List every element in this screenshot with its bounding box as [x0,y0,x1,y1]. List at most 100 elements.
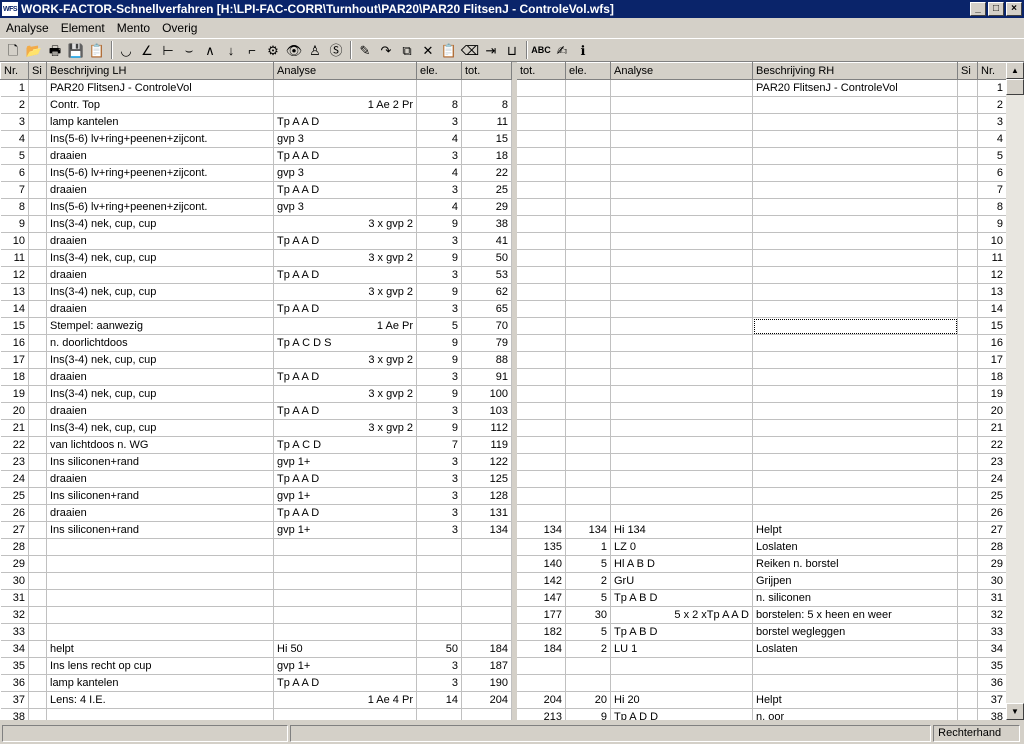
cell-si-left[interactable] [28,623,47,641]
cell-analyse-right[interactable] [610,470,753,488]
cell-si-left[interactable] [28,436,47,454]
cell-desc-right[interactable]: Grijpen [752,572,958,590]
cell-si-left[interactable] [28,453,47,471]
cell-ele-right[interactable]: 2 [565,572,611,590]
table-row[interactable]: 12 draaien Tp A A D 3 53 12 [0,266,1006,284]
cell-tot-left[interactable]: 88 [461,351,512,369]
cell-si-left[interactable] [28,79,47,97]
cell-tot-right[interactable] [516,181,566,199]
cell-desc-left[interactable]: helpt [46,640,274,658]
cell-si-right[interactable] [957,249,978,267]
cell-ele-right[interactable] [565,351,611,369]
col-analyse-left[interactable]: Analyse [273,62,417,80]
cell-ele-right[interactable] [565,657,611,675]
cell-nr-left[interactable]: 22 [0,436,29,454]
cell-analyse-left[interactable]: 1 Ae Pr [273,317,417,335]
cell-tot-left[interactable]: 70 [461,317,512,335]
cell-ele-right[interactable] [565,198,611,216]
cell-si-right[interactable] [957,283,978,301]
col-tot-right[interactable]: tot. [516,62,566,80]
scroll-down-button[interactable]: ▼ [1006,703,1024,720]
cell-desc-left[interactable]: Ins(5-6) lv+ring+peenen+zijcont. [46,130,274,148]
cell-analyse-left[interactable]: Tp A A D [273,300,417,318]
cell-tot-left[interactable]: 79 [461,334,512,352]
cell-ele-left[interactable]: 7 [416,436,462,454]
cell-analyse-right[interactable] [610,487,753,505]
redo-button[interactable]: ↷ [376,40,396,60]
cell-nr-right[interactable]: 29 [977,555,1006,573]
cell-analyse-right[interactable] [610,351,753,369]
cell-nr-left[interactable]: 33 [0,623,29,641]
cell-si-right[interactable] [957,215,978,233]
cell-tot-left[interactable] [461,79,512,97]
cell-tot-right[interactable] [516,164,566,182]
cell-si-right[interactable] [957,113,978,131]
close-button[interactable]: × [1006,2,1022,16]
cell-desc-right[interactable]: n. oor [752,708,958,720]
cell-si-right[interactable] [957,708,978,720]
cell-analyse-right[interactable] [610,385,753,403]
cell-tot-left[interactable]: 131 [461,504,512,522]
cell-ele-left[interactable]: 3 [416,453,462,471]
table-row[interactable]: 14 draaien Tp A A D 3 65 14 [0,300,1006,318]
cell-desc-left[interactable]: Ins(5-6) lv+ring+peenen+zijcont. [46,198,274,216]
cell-ele-right[interactable] [565,147,611,165]
cell-ele-right[interactable] [565,470,611,488]
cell-si-right[interactable] [957,521,978,539]
cell-analyse-left[interactable] [273,623,417,641]
cell-tot-left[interactable]: 187 [461,657,512,675]
cell-si-left[interactable] [28,385,47,403]
table-row[interactable]: 28 135 1 LZ 0 Loslaten 28 [0,538,1006,556]
cell-nr-right[interactable]: 4 [977,130,1006,148]
cell-desc-left[interactable]: Ins(3-4) nek, cup, cup [46,249,274,267]
col-analyse-right[interactable]: Analyse [610,62,753,80]
cell-nr-left[interactable]: 8 [0,198,29,216]
cell-tot-left[interactable]: 62 [461,283,512,301]
cell-si-right[interactable] [957,589,978,607]
cell-nr-left[interactable]: 38 [0,708,29,720]
cell-analyse-left[interactable]: 3 x gvp 2 [273,419,417,437]
cell-ele-left[interactable]: 3 [416,470,462,488]
cell-si-right[interactable] [957,640,978,658]
cell-ele-right[interactable] [565,164,611,182]
cell-analyse-left[interactable]: Tp A A D [273,402,417,420]
cell-ele-left[interactable]: 3 [416,181,462,199]
cell-analyse-right[interactable] [610,164,753,182]
cell-tot-right[interactable] [516,504,566,522]
cell-ele-left[interactable]: 9 [416,283,462,301]
cell-analyse-left[interactable]: gvp 3 [273,130,417,148]
cell-si-left[interactable] [28,283,47,301]
cell-tot-left[interactable] [461,572,512,590]
cell-ele-left[interactable]: 9 [416,419,462,437]
cell-desc-right[interactable] [752,436,958,454]
cell-analyse-left[interactable]: Tp A A D [273,470,417,488]
cell-desc-right[interactable] [752,215,958,233]
cell-ele-right[interactable] [565,419,611,437]
cell-tot-right[interactable] [516,470,566,488]
cell-si-left[interactable] [28,368,47,386]
cell-ele-left[interactable]: 3 [416,368,462,386]
cell-nr-right[interactable]: 24 [977,470,1006,488]
cell-tot-right[interactable]: 213 [516,708,566,720]
cell-desc-left[interactable]: draaien [46,181,274,199]
cell-ele-right[interactable]: 134 [565,521,611,539]
cell-analyse-left[interactable]: Tp A A D [273,113,417,131]
open-folder-button[interactable]: 📂 [24,40,44,60]
cell-tot-left[interactable]: 11 [461,113,512,131]
cell-si-right[interactable] [957,555,978,573]
cell-analyse-right[interactable] [610,300,753,318]
cell-analyse-right[interactable] [610,232,753,250]
cell-nr-left[interactable]: 24 [0,470,29,488]
cell-desc-left[interactable]: draaien [46,470,274,488]
cell-analyse-left[interactable]: gvp 1+ [273,657,417,675]
cell-analyse-left[interactable]: 3 x gvp 2 [273,385,417,403]
cell-ele-right[interactable] [565,215,611,233]
cell-si-right[interactable] [957,674,978,692]
cell-analyse-left[interactable]: Tp A A D [273,266,417,284]
cell-tot-right[interactable] [516,657,566,675]
print-button[interactable]: 🖶 [45,40,65,60]
cell-tot-left[interactable]: 41 [461,232,512,250]
cell-analyse-right[interactable]: LZ 0 [610,538,753,556]
cell-analyse-right[interactable]: Tp A B D [610,623,753,641]
scroll-thumb[interactable] [1006,79,1024,95]
